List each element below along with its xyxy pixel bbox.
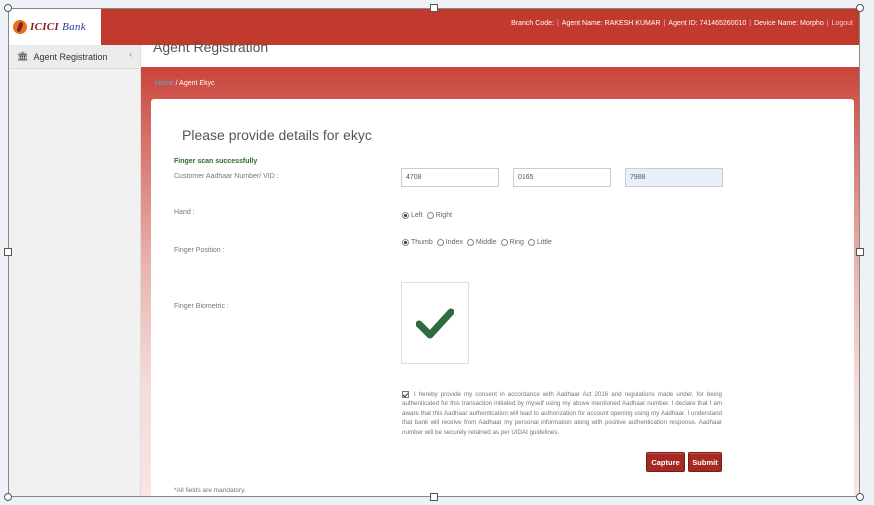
branch-code-label: Branch Code: xyxy=(511,20,554,27)
bank-icon: 🏛 xyxy=(17,51,29,61)
mandatory-note: *All fields are mandatory. xyxy=(174,487,246,494)
aadhaar-label: Customer Aadhaar Number/ VID : xyxy=(174,173,279,180)
hand-radio-group: Left Right xyxy=(402,212,454,219)
capture-button[interactable]: Capture xyxy=(646,452,685,472)
selection-handle-bottom-right[interactable] xyxy=(856,493,864,501)
logout-link[interactable]: Logout xyxy=(832,20,853,27)
bank-logo[interactable]: ICICI Bank xyxy=(9,9,101,45)
consent-checkbox[interactable] xyxy=(402,390,409,398)
hand-left-label: Left xyxy=(411,212,423,219)
sidebar-item-label: Agent Registration xyxy=(33,51,108,62)
content-band: Home / Agent Ekyc Please provide details… xyxy=(141,67,859,496)
finger-index-label: Index xyxy=(445,239,463,246)
sidebar-item-agent-registration[interactable]: 🏛 Agent Registration ‹ xyxy=(9,45,140,69)
finger-ring-label: Ring xyxy=(509,239,524,246)
selection-handle-top-right[interactable] xyxy=(856,4,864,12)
submit-button[interactable]: Submit xyxy=(688,452,722,472)
selection-handle-top-left[interactable] xyxy=(4,4,12,12)
page-title: Agent Registration xyxy=(153,39,269,55)
hand-right-label: Right xyxy=(435,212,453,219)
finger-ring-radio[interactable] xyxy=(500,239,508,246)
sidebar: 🏛 Agent Registration ‹ xyxy=(9,45,141,496)
form-title: Please provide details for ekyc xyxy=(182,127,372,143)
checkmark-icon xyxy=(416,308,454,339)
main-content: Agent Registration Home / Agent Ekyc Ple… xyxy=(141,39,859,496)
finger-little-radio[interactable] xyxy=(527,239,535,246)
hand-right-radio[interactable] xyxy=(426,212,434,219)
finger-index-radio[interactable] xyxy=(436,239,444,246)
finger-middle-radio[interactable] xyxy=(466,239,474,246)
finger-radio-group: Thumb Index Middle Ring Little xyxy=(402,239,554,246)
browser-viewport: ICICI Bank Branch Code: | Agent Name: RAKE… xyxy=(8,8,860,497)
agent-name-label: Agent Name: RAKESH KUMAR xyxy=(561,20,661,27)
selection-handle-bottom-middle[interactable] xyxy=(430,493,438,501)
agent-info: Branch Code: | Agent Name: RAKESH KUMAR | Ag… xyxy=(511,20,853,27)
breadcrumb-home-link[interactable]: Home xyxy=(155,80,174,87)
hand-left-radio[interactable] xyxy=(402,212,409,219)
breadcrumb-current: Agent Ekyc xyxy=(179,80,215,87)
bank-logo-icon xyxy=(13,20,27,34)
finger-biometric-label: Finger Biometric : xyxy=(174,303,229,310)
selection-handle-top-middle[interactable] xyxy=(430,4,438,12)
device-name-label: Device Name: Morpho xyxy=(754,20,824,27)
ekyc-form-card: Please provide details for ekyc Finger s… xyxy=(151,99,854,496)
consent-block: I hereby provide my consent in accordanc… xyxy=(402,390,722,437)
selection-handle-bottom-left[interactable] xyxy=(4,493,12,501)
hand-label: Hand : xyxy=(174,209,195,216)
success-message: Finger scan successfully xyxy=(174,158,258,165)
finger-position-label: Finger Position : xyxy=(174,247,225,254)
finger-middle-label: Middle xyxy=(475,239,497,246)
finger-biometric-box xyxy=(401,282,469,364)
selection-handle-middle-left[interactable] xyxy=(4,248,12,256)
finger-thumb-label: Thumb xyxy=(411,239,433,246)
finger-thumb-radio[interactable] xyxy=(402,239,409,246)
bank-logo-text: ICICI Bank xyxy=(30,21,86,33)
finger-little-label: Little xyxy=(536,239,552,246)
top-header-bar: ICICI Bank Branch Code: | Agent Name: RAKE… xyxy=(9,9,859,45)
collapse-icon[interactable]: ‹ xyxy=(129,50,132,59)
breadcrumb: Home / Agent Ekyc xyxy=(155,80,215,87)
aadhaar-part-1-input[interactable]: 4708 xyxy=(401,168,499,187)
breadcrumb-separator: / xyxy=(175,80,178,87)
consent-text: I hereby provide my consent in accordanc… xyxy=(402,391,722,436)
agent-id-label: Agent ID: 741465260010 xyxy=(668,20,747,27)
aadhaar-part-2-input[interactable]: 0165 xyxy=(513,168,611,187)
selection-handle-middle-right[interactable] xyxy=(856,248,864,256)
aadhaar-part-3-input[interactable]: 7988 xyxy=(625,168,723,187)
